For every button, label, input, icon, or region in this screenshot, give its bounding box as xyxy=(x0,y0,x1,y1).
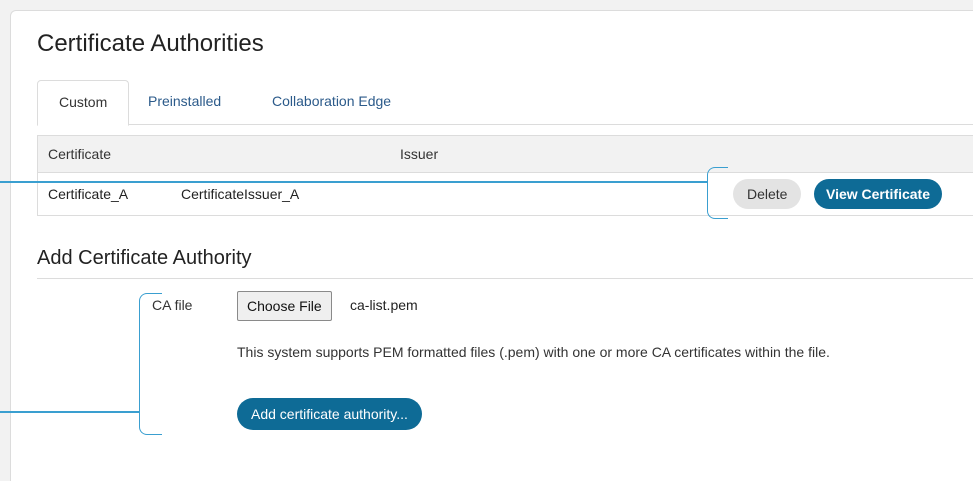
help-text: This system supports PEM formatted files… xyxy=(237,344,830,360)
certificate-table: Certificate Issuer Certificate_A Certifi… xyxy=(37,135,973,216)
divider xyxy=(37,278,973,279)
add-certificate-authority-button[interactable]: Add certificate authority... xyxy=(237,398,422,430)
selected-file-name: ca-list.pem xyxy=(350,297,418,313)
table-header: Certificate Issuer xyxy=(38,136,973,173)
tab-custom[interactable]: Custom xyxy=(37,80,130,126)
tab-preinstalled[interactable]: Preinstalled xyxy=(137,80,232,123)
callout-bracket-buttons xyxy=(707,167,728,219)
delete-button[interactable]: Delete xyxy=(733,179,802,209)
choose-file-button[interactable]: Choose File xyxy=(237,291,332,321)
section-title: Add Certificate Authority xyxy=(37,247,252,269)
callout-bracket-add-form xyxy=(139,293,162,435)
tab-bar: Custom Preinstalled Collaboration Edge xyxy=(37,80,973,126)
page-title: Certificate Authorities xyxy=(37,30,264,57)
certificate-name: Certificate_A xyxy=(48,186,129,202)
table-row: Certificate_A CertificateIssuer_A Delete… xyxy=(38,173,973,215)
callout-line-row xyxy=(0,181,708,183)
callout-line-add xyxy=(0,411,140,413)
column-header-issuer: Issuer xyxy=(400,146,439,162)
tab-collaboration-edge[interactable]: Collaboration Edge xyxy=(261,80,402,123)
view-certificate-button[interactable]: View Certificate xyxy=(814,179,943,209)
column-header-certificate: Certificate xyxy=(48,146,112,162)
certificate-issuer: CertificateIssuer_A xyxy=(181,186,300,202)
